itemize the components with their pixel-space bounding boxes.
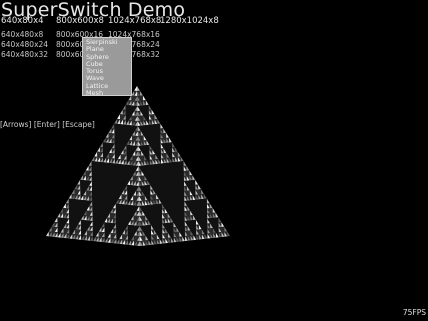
pyramid-facet (212, 207, 216, 213)
pyramid-facet (97, 146, 101, 152)
popup-menu: Sierpinski Plane Sphere Cube Torus Wave … (82, 37, 132, 97)
pyramid-facet (145, 100, 149, 106)
pyramid-facet (160, 123, 164, 129)
pyramid-facet (88, 161, 92, 166)
pyramid-facet (186, 165, 190, 171)
mode-1024x768x8[interactable]: 1024x768x8 (108, 17, 161, 26)
pyramid-facet (125, 100, 129, 106)
pyramid-facet (171, 142, 175, 148)
mode-640x480x8[interactable]: 640x480x8 (1, 30, 43, 39)
pyramid-facet (183, 161, 187, 166)
pyramid-facet (119, 109, 123, 115)
pyramid-facet (100, 142, 103, 148)
key-hints: [Arrows] [Enter] [Escape] (0, 120, 95, 129)
pyramid-facet (57, 212, 61, 218)
pyramid-facet (215, 212, 219, 218)
pyramid-facet (105, 132, 109, 138)
pyramid-facet (91, 156, 95, 162)
fps-counter: 75FPS (402, 308, 426, 317)
pyramid-facet (177, 151, 181, 157)
pyramid-facet (206, 198, 210, 204)
pyramid-facet (85, 165, 89, 171)
mode-640x80x4[interactable]: 640x80x4 (1, 17, 44, 26)
pyramid-facet (139, 90, 143, 96)
pyramid-facet (157, 118, 161, 124)
mode-640x480x32[interactable]: 640x480x32 (1, 50, 48, 59)
pyramid-facet (117, 114, 121, 120)
pyramid-facet (195, 179, 199, 185)
pyramid-facet (137, 86, 140, 91)
popup-item-mesh[interactable]: Mesh (86, 89, 131, 97)
pyramid-facet (198, 184, 201, 190)
pyramid-facet (180, 156, 184, 162)
pyramid-facet (166, 132, 169, 138)
pyramid-facet (218, 217, 222, 223)
pyramid-facet (111, 123, 115, 129)
pyramid-facet (192, 175, 196, 181)
pyramid-facet (60, 207, 64, 213)
pyramid-facet (224, 226, 228, 232)
pyramid-facet (77, 179, 81, 185)
pyramid-facet (227, 231, 230, 237)
pyramid-facet (163, 128, 167, 134)
pyramid-facet (46, 231, 49, 237)
pyramid-facet (142, 95, 146, 101)
pyramid-facet (203, 193, 207, 199)
pyramid-facet (154, 114, 158, 120)
sierpinski-pyramid (46, 86, 230, 246)
pyramid-facet (94, 151, 98, 157)
pyramid-facet (114, 118, 118, 124)
pyramid-facet (80, 175, 84, 181)
pyramid-facet (65, 198, 69, 204)
pyramid-facet (122, 104, 126, 110)
pyramid-facet (51, 221, 55, 227)
mode-640x480x24[interactable]: 640x480x24 (1, 40, 48, 49)
mode-1280x1024x8[interactable]: 1280x1024x8 (160, 17, 219, 26)
pyramid-facet (168, 137, 172, 143)
pyramid-facet (108, 128, 112, 134)
pyramid-facet (102, 137, 106, 143)
pyramid-facet (68, 193, 72, 199)
pyramid-facet (221, 221, 225, 227)
pyramid-facet (63, 203, 66, 209)
pyramid-facet (151, 109, 155, 115)
pyramid-facet (209, 203, 213, 209)
pyramid-facet (200, 189, 204, 195)
mode-800x600x8[interactable]: 800x600x8 (56, 17, 104, 26)
pyramid-facet (189, 170, 193, 176)
pyramid-facet (148, 104, 152, 110)
pyramid-facet (74, 184, 78, 190)
pyramid-facet (174, 146, 178, 152)
pyramid-facet (82, 170, 86, 176)
pyramid-facet (71, 189, 75, 195)
pyramid-facet (48, 226, 52, 232)
pyramid-facet (134, 86, 138, 91)
pyramid-facet (54, 217, 58, 223)
